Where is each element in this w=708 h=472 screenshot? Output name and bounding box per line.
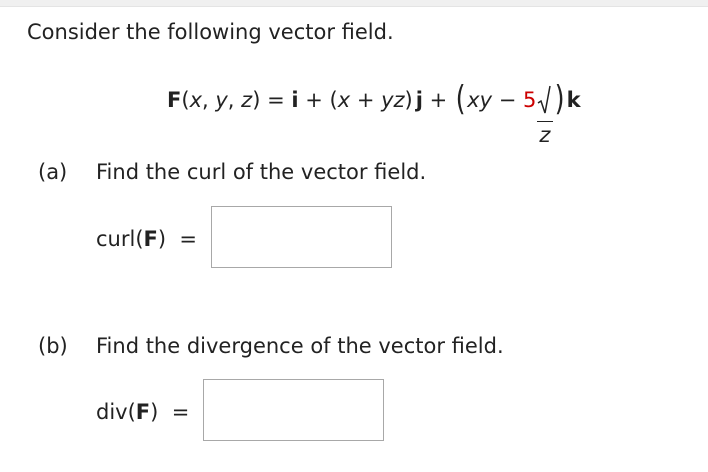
formula-term2-yz: yz: [381, 88, 405, 112]
curl-label-equals: ) =: [157, 227, 198, 251]
sqrt-radicand: z: [537, 121, 554, 148]
sqrt-radical: z: [537, 85, 554, 147]
curl-label-text: curl(: [96, 227, 144, 251]
part-a-question: Find the curl of the vector field.: [96, 160, 427, 184]
part-a-label: (a): [38, 160, 68, 184]
formula-term3-coefficient: 5: [522, 88, 537, 112]
part-b-question: Find the divergence of the vector field.: [96, 334, 504, 358]
formula-j-unit: j: [415, 88, 423, 112]
div-label-equals: ) =: [150, 400, 190, 424]
radical-sign-icon: [537, 85, 552, 114]
vector-field-formula: F ( x , y , z ) = i + ( x + yz ) j + ( x…: [167, 79, 581, 147]
problem-intro: Consider the following vector field.: [27, 20, 394, 44]
curl-label-F: F: [143, 227, 158, 251]
formula-close-paren: ): [252, 88, 261, 112]
formula-big-paren-close: ): [555, 79, 565, 119]
curl-answer-label: curl(F) =: [96, 225, 197, 253]
formula-paren-close: ): [404, 88, 413, 112]
formula-k-unit: k: [566, 88, 581, 112]
part-b-label: (b): [38, 334, 68, 358]
formula-comma: ,: [227, 88, 242, 112]
formula-i-unit: i: [291, 88, 299, 112]
formula-F: F: [167, 88, 182, 112]
formula-var-z: z: [241, 88, 253, 112]
formula-var-y: y: [215, 88, 228, 112]
formula-plus: +: [422, 88, 454, 112]
formula-big-paren-open: (: [455, 79, 466, 119]
div-answer-input[interactable]: [203, 379, 384, 441]
formula-plus: +: [298, 88, 330, 112]
formula-open-paren: (: [181, 88, 190, 112]
curl-answer-input[interactable]: [211, 206, 392, 268]
formula-term3-minus: −: [492, 88, 523, 112]
formula-paren-open: (: [329, 88, 338, 112]
div-answer-label: div(F) =: [96, 398, 189, 426]
formula-var-x: x: [189, 88, 202, 112]
formula-equals: =: [260, 88, 292, 112]
top-divider: [0, 0, 708, 7]
div-label-F: F: [135, 400, 151, 424]
formula-comma: ,: [202, 88, 216, 112]
formula-term2-plus: +: [350, 88, 382, 112]
formula-term3-xy: xy: [467, 88, 493, 112]
div-label-text: div(: [96, 400, 136, 424]
formula-term2-x: x: [337, 88, 351, 112]
